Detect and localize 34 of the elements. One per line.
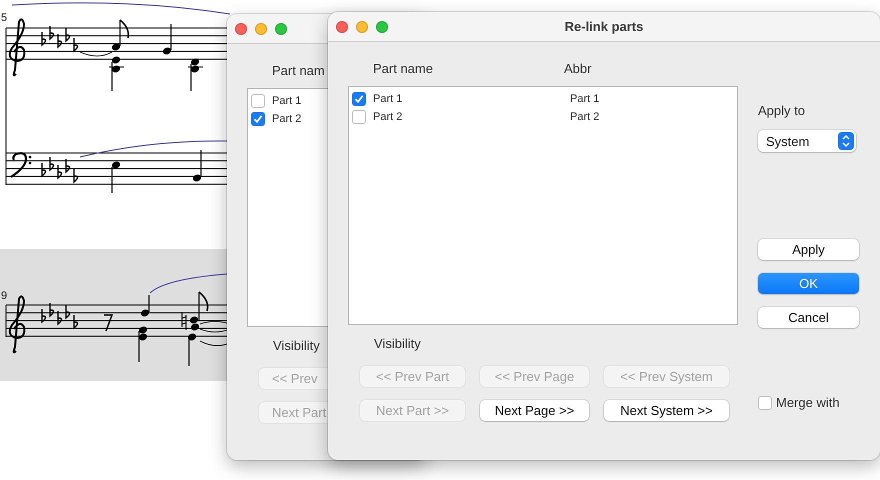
window-title: Re-link parts	[564, 19, 644, 34]
checkbox[interactable]	[251, 112, 265, 126]
nav-button[interactable]: Next Page >>	[480, 400, 589, 421]
ok-button[interactable]: OK	[758, 273, 859, 294]
close-button[interactable]	[336, 20, 348, 32]
checkbox[interactable]	[251, 94, 265, 108]
part-name: Part 1	[373, 93, 404, 105]
close-button[interactable]	[235, 22, 247, 34]
checkbox[interactable]	[352, 92, 366, 106]
part-name: Part 1	[272, 95, 302, 107]
minimize-button[interactable]	[255, 22, 267, 34]
part-name: Part 2	[272, 113, 302, 125]
action-button[interactable]: Apply	[758, 239, 859, 260]
checkbox[interactable]	[758, 396, 772, 410]
column-header: Part name	[373, 61, 434, 77]
visibility-label: Visibility	[374, 336, 421, 352]
merge-label: Merge with	[776, 395, 840, 410]
measure-number: 9	[1, 291, 8, 302]
zoom-button[interactable]	[376, 20, 388, 32]
apply-to-label: Apply to	[758, 103, 806, 118]
zoom-button[interactable]	[275, 22, 287, 34]
part-name: Part 2	[373, 111, 404, 123]
visibility-label: Visibility	[273, 338, 320, 354]
action-button[interactable]: Cancel	[758, 307, 859, 328]
checkbox[interactable]	[352, 110, 366, 124]
measure-number: 5	[1, 13, 8, 24]
nav-button[interactable]: Next System >>	[604, 400, 729, 421]
stepper-icon	[838, 132, 854, 150]
column-header: Abbr	[564, 61, 592, 77]
apply-to-select[interactable]: System	[758, 130, 856, 152]
column-header: Part nam	[272, 63, 325, 79]
part-abbreviation: Part 2	[570, 111, 600, 123]
minimize-button[interactable]	[356, 20, 368, 32]
part-abbreviation: Part 1	[570, 93, 600, 105]
